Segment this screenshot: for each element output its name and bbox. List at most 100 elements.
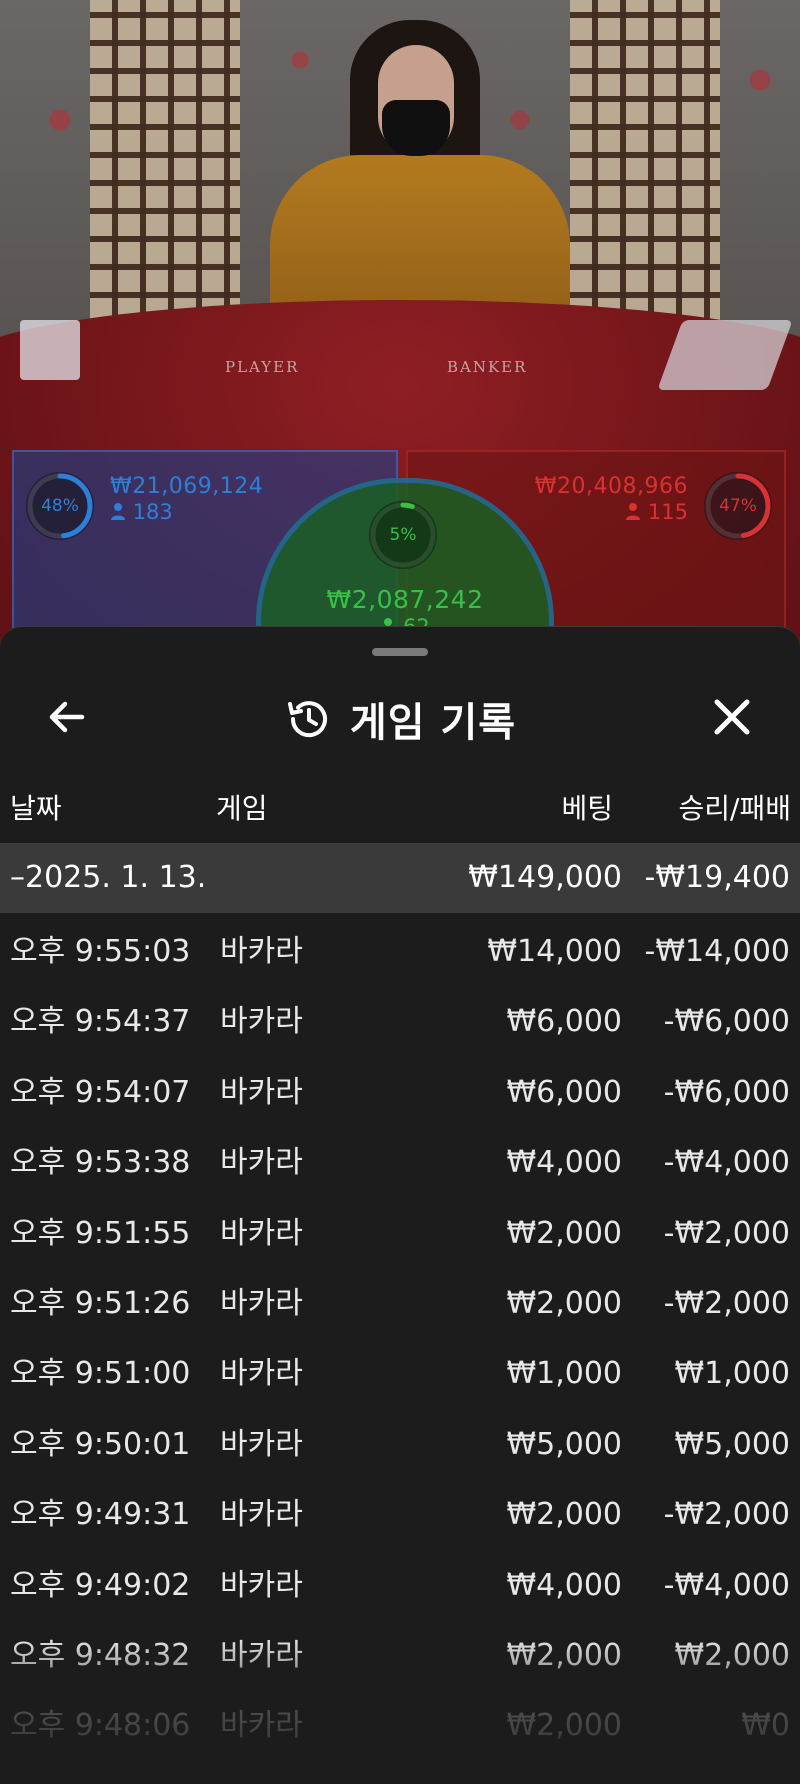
row-time: 오후 9:49:31 [10,1497,191,1533]
row-bet: ₩6,000 [506,1074,622,1110]
row-game: 바카라 [220,1074,303,1110]
history-row[interactable]: 오후 9:49:31 바카라 ₩2,000 -₩2,000 [0,1480,800,1550]
row-bet: ₩4,000 [506,1145,622,1181]
drag-handle[interactable] [372,648,428,656]
row-result: ₩0 [741,1708,790,1744]
row-game: 바카라 [220,1215,303,1251]
history-row[interactable]: 오후 9:55:03 바카라 ₩14,000 -₩14,000 [0,917,800,987]
row-result: -₩2,000 [663,1215,790,1251]
row-game: 바카라 [220,1426,303,1462]
row-time: 오후 9:48:32 [10,1638,191,1673]
row-result: -₩2,000 [663,1497,790,1533]
column-header-date[interactable]: 날짜 [10,787,62,831]
sheet-title-text: 게임 기록 [349,700,517,746]
row-result: -₩14,000 [644,934,790,969]
row-game: 바카라 [220,1638,303,1673]
row-game: 바카라 [220,1356,303,1392]
row-game: 바카라 [220,1145,303,1181]
lattice-screen-right [570,0,720,320]
banker-percent-ring: 47% [704,472,772,540]
date-group-bet-total: ₩149,000 [468,860,622,895]
row-time: 오후 9:50:01 [10,1426,191,1462]
live-video: PLAYER BANKER 48% ₩21,069,124 183 ₩20,40… [0,0,800,660]
history-icon [287,701,327,738]
dealer-mask [382,100,450,156]
history-row[interactable]: 오후 9:54:07 바카라 ₩6,000 -₩6,000 [0,1058,800,1128]
row-result: -₩2,000 [663,1286,790,1321]
app-screen: PLAYER BANKER 48% ₩21,069,124 183 ₩20,40… [0,0,800,1784]
tie-percent-ring: 5% [369,501,437,569]
date-group-label: –2025. 1. 13. [10,860,207,895]
history-row[interactable]: 오후 9:48:06 바카라 ₩2,000 ₩0 [0,1691,800,1761]
row-time: 오후 9:54:07 [10,1074,191,1110]
player-bet-amount: ₩21,069,124 [110,474,264,499]
history-row[interactable]: 오후 9:50:01 바카라 ₩5,000 ₩5,000 [0,1410,800,1480]
history-list: 오후 9:55:03 바카라 ₩14,000 -₩14,000 오후 9:54:37 바카… [0,917,800,1784]
row-time: 오후 9:54:37 [10,1004,191,1040]
banker-bettor-count: 115 [647,500,688,524]
row-bet: ₩2,000 [506,1497,622,1533]
history-row[interactable]: 오후 9:53:38 바카라 ₩4,000 -₩4,000 [0,1128,800,1198]
table-label-player: PLAYER [225,358,300,376]
sheet-title: 게임 기록 [0,689,800,749]
row-result: -₩6,000 [663,1004,790,1040]
column-header-result[interactable]: 승리/패배 [679,787,791,831]
banker-bet-amount: ₩20,408,966 [534,474,688,499]
row-result: ₩5,000 [674,1426,790,1462]
row-time: 오후 9:51:00 [10,1356,191,1392]
history-row[interactable]: 오후 9:49:02 바카라 ₩4,000 -₩4,000 [0,1551,800,1621]
row-game: 바카라 [220,1708,303,1744]
table-label-banker: BANKER [447,358,528,376]
row-bet: ₩14,000 [487,934,622,969]
row-bet: ₩1,000 [506,1356,622,1392]
row-time: 오후 9:53:38 [10,1145,191,1181]
row-time: 오후 9:48:06 [10,1708,191,1744]
close-button[interactable] [702,687,762,747]
row-time: 오후 9:51:26 [10,1286,191,1321]
date-group-row[interactable]: –2025. 1. 13. ₩149,000 -₩19,400 [0,843,800,913]
row-bet: ₩6,000 [506,1004,622,1040]
column-header-game[interactable]: 게임 [216,787,268,831]
row-time: 오후 9:55:03 [10,934,191,969]
person-icon [626,503,641,520]
row-result: ₩2,000 [674,1638,790,1673]
row-bet: ₩2,000 [506,1215,622,1251]
row-bet: ₩5,000 [506,1426,622,1462]
history-row[interactable]: 오후 9:48:32 바카라 ₩2,000 ₩2,000 [0,1621,800,1691]
row-game: 바카라 [220,1286,303,1321]
column-header-bet[interactable]: 베팅 [561,787,613,831]
row-time: 오후 9:49:02 [10,1567,191,1603]
row-game: 바카라 [220,934,303,969]
row-result: ₩1,000 [674,1356,790,1392]
row-result: -₩4,000 [663,1145,790,1181]
player-bettor-count: 183 [132,500,173,524]
history-row[interactable]: 오후 9:54:37 바카라 ₩6,000 -₩6,000 [0,987,800,1057]
tie-bet-amount: ₩2,087,242 [326,585,484,614]
player-bettors: 183 [110,500,173,524]
player-percent: 48% [41,496,79,516]
banker-bettors: 115 [625,500,688,524]
close-icon [714,699,750,735]
row-bet: ₩4,000 [506,1567,622,1603]
history-row[interactable]: 오후 9:51:00 바카라 ₩1,000 ₩1,000 [0,1339,800,1409]
history-row[interactable]: 오후 9:51:55 바카라 ₩2,000 -₩2,000 [0,1199,800,1269]
banker-percent: 47% [719,496,757,516]
row-result: -₩4,000 [663,1567,790,1603]
row-bet: ₩2,000 [506,1638,622,1673]
row-time: 오후 9:51:55 [10,1215,191,1251]
person-icon [111,503,125,520]
row-bet: ₩2,000 [506,1286,622,1321]
card-stack [20,320,80,380]
player-percent-ring: 48% [26,472,94,540]
row-game: 바카라 [220,1567,303,1603]
tie-percent: 5% [389,525,417,545]
lattice-screen-left [90,0,240,320]
row-game: 바카라 [220,1497,303,1533]
row-game: 바카라 [220,1004,303,1040]
history-row[interactable]: 오후 9:51:26 바카라 ₩2,000 -₩2,000 [0,1269,800,1339]
sheet-header: 게임 기록 [0,667,800,767]
date-group-result-total: -₩19,400 [644,860,790,895]
row-bet: ₩2,000 [506,1708,622,1744]
game-history-sheet: 게임 기록 날짜 게임 베팅 승리/패배 –2025. 1. 13. ₩149,… [0,626,800,1784]
row-result: -₩6,000 [663,1074,790,1110]
